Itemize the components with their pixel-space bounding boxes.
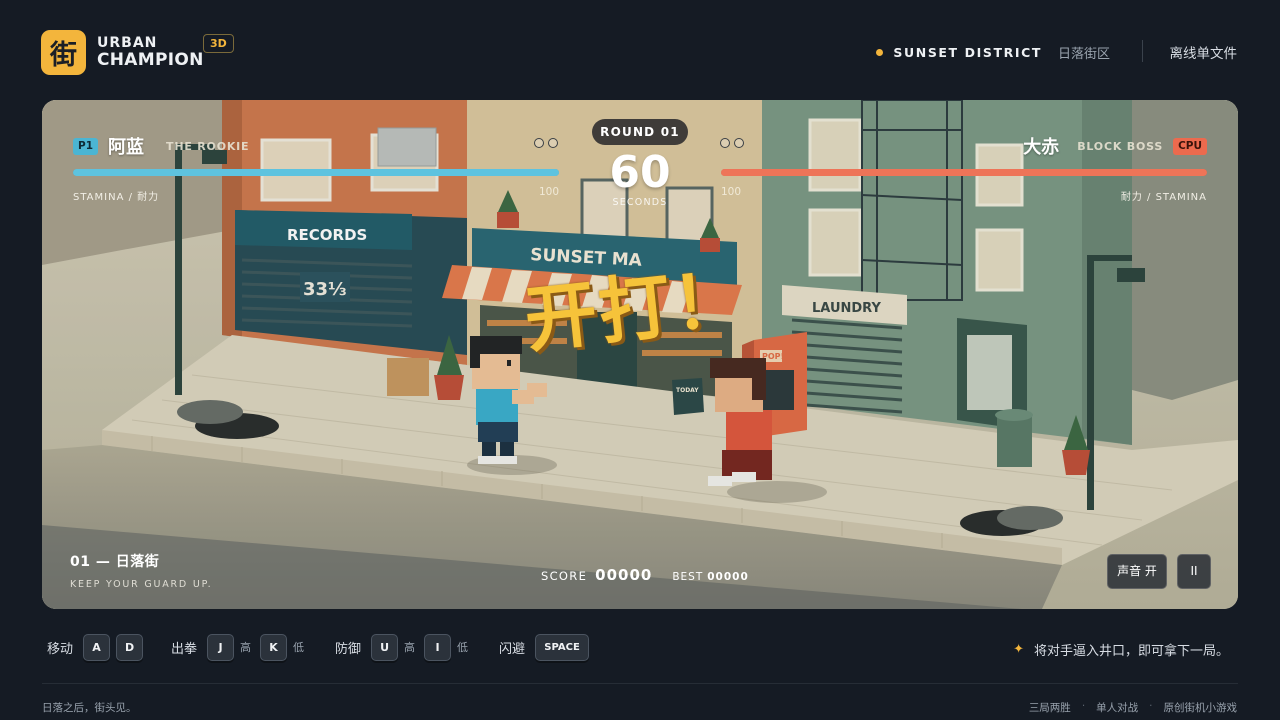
p1-stamina-bar (73, 169, 559, 176)
district-indicator: SUNSET DISTRICT 日落街区 (876, 43, 1110, 62)
footer-meta-item: 三局两胜 (1028, 702, 1071, 714)
cpu-name: 大赤 (1023, 137, 1060, 158)
key-j[interactable]: J (207, 633, 235, 661)
p1-nameplate: P1 阿蓝 THE ROOKIE (73, 133, 249, 159)
best-value: 00000 (707, 571, 749, 583)
cpu-stamina-label: 耐力 / STAMINA (1120, 192, 1207, 203)
logo-icon: 街 (41, 30, 86, 75)
move-label: 移动 (47, 641, 74, 657)
footer-separator: · (1081, 700, 1086, 712)
stage-title: 01 — 日落街 (70, 554, 160, 570)
timer-unit-label: SECONDS (612, 197, 668, 208)
status-dot-icon (876, 49, 884, 56)
guard-high-label: 高 (404, 641, 416, 654)
round-win-pip (734, 138, 744, 148)
footer-separator: · (1149, 700, 1153, 712)
footer-meta-item: 原创街机小游戏 (1163, 702, 1238, 714)
key-d[interactable]: D (116, 633, 144, 661)
key-k[interactable]: K (260, 633, 288, 661)
cpu-tag: CPU (1173, 137, 1207, 155)
p1-stamina-label: STAMINA / 耐力 (73, 192, 160, 203)
win-hint: ✦ 将对手逼入井口，即可拿下一局。 (1013, 640, 1229, 659)
p1-tag: P1 (73, 137, 99, 155)
guard-label: 防御 (335, 641, 362, 657)
stage-info: 01 — 日落街 KEEP YOUR GUARD UP. (70, 551, 213, 590)
p1-name: 阿蓝 (108, 137, 145, 158)
district-name-cn: 日落街区 (1057, 47, 1110, 62)
win-hint-text: 将对手逼入井口，即可拿下一局。 (1033, 644, 1229, 659)
header-divider (1142, 40, 1143, 62)
score-value: 00000 (595, 566, 653, 584)
round-win-pip (720, 138, 730, 148)
p1-round-wins (534, 138, 562, 148)
cpu-stamina-fill (721, 169, 1207, 176)
footer-divider (42, 683, 1238, 684)
brand-logo: URBAN CHAMPION (97, 35, 204, 69)
guard-low-label: 低 (457, 641, 469, 654)
key-u[interactable]: U (371, 633, 399, 661)
footer-meta: 三局两胜 · 单人对战 · 原创街机小游戏 (1029, 700, 1237, 715)
offline-file-link[interactable]: 离线单文件 (1170, 42, 1238, 62)
pause-button[interactable]: II (1177, 554, 1211, 589)
best-label: BEST (672, 571, 704, 583)
footer-tagline: 日落之后，街头见。 (42, 702, 137, 714)
mode-badge: 3D (203, 34, 234, 53)
round-indicator: ROUND 01 (592, 119, 688, 145)
district-name-en: SUNSET DISTRICT (893, 45, 1042, 60)
cpu-title: BLOCK BOSS (1077, 139, 1164, 153)
cpu-nameplate: 大赤 BLOCK BOSS CPU (1023, 133, 1207, 159)
stage-tip: KEEP YOUR GUARD UP. (70, 579, 213, 590)
punch-high-label: 高 (240, 641, 252, 654)
game-stage[interactable]: RECORDS 33⅓ SUNSET MA LAUNDRY POP! TODAY… (42, 100, 1238, 609)
controls-legend: 移动 A D 出拳 J 高 K 低 防御 U 高 I 低 闪避 SPACE (47, 633, 595, 661)
p1-title: THE ROOKIE (166, 139, 250, 153)
dodge-label: 闪避 (499, 641, 526, 657)
sparkle-icon: ✦ (1013, 642, 1024, 657)
key-space[interactable]: SPACE (535, 633, 590, 661)
key-a[interactable]: A (83, 633, 111, 661)
sound-toggle-button[interactable]: 声音 开 (1107, 554, 1167, 589)
punch-label: 出拳 (171, 641, 198, 657)
cpu-stamina-bar (721, 169, 1207, 176)
cpu-stamina-value: 100 (721, 186, 742, 198)
p1-stamina-value: 100 (539, 186, 560, 198)
score-display: SCORE 00000 BEST 00000 (541, 566, 749, 584)
cpu-round-wins (720, 138, 748, 148)
punch-low-label: 低 (293, 641, 305, 654)
score-label: SCORE (541, 569, 588, 583)
header: 街 URBAN CHAMPION 3D SUNSET DISTRICT 日落街区… (0, 0, 1280, 100)
footer-meta-item: 单人对战 (1096, 702, 1139, 714)
brand-line-2: CHAMPION (97, 50, 204, 70)
round-win-pip (534, 138, 544, 148)
p1-stamina-fill (73, 169, 559, 176)
round-win-pip (548, 138, 558, 148)
round-timer: 60 (609, 147, 671, 198)
key-i[interactable]: I (424, 633, 452, 661)
